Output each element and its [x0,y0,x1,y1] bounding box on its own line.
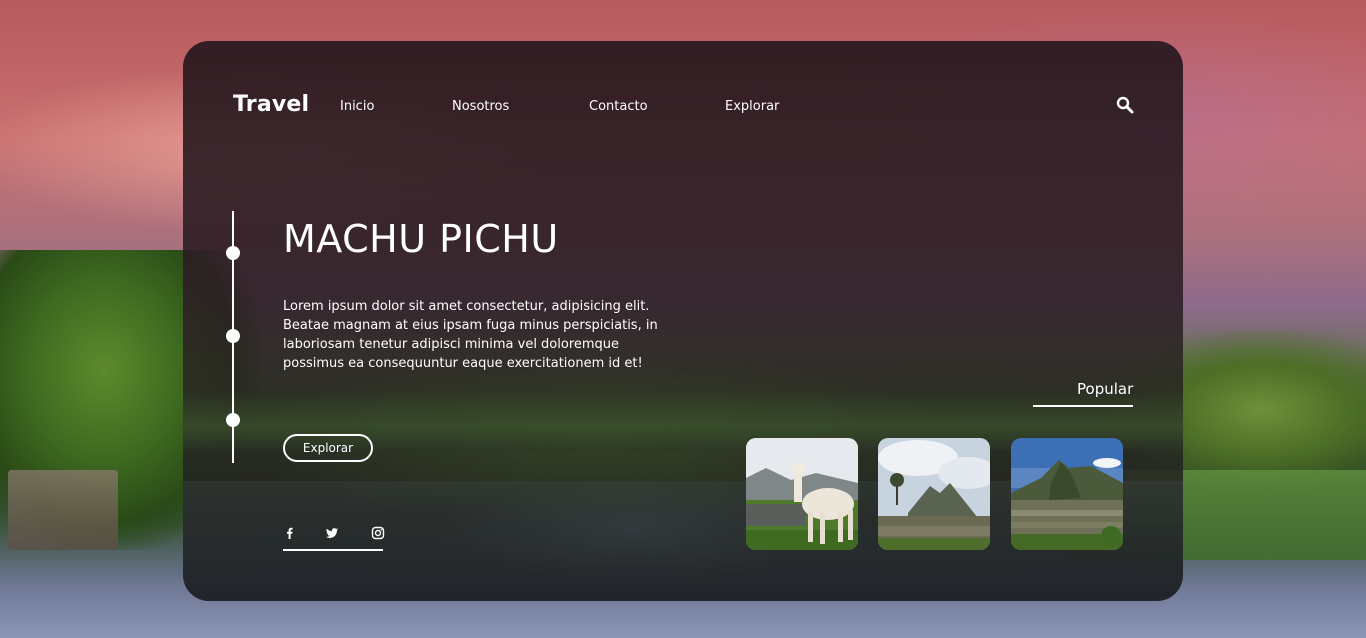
timeline-dot-3[interactable] [226,413,240,427]
search-icon[interactable] [1116,96,1134,114]
nav-item-contacto[interactable]: Contacto [589,99,648,114]
popular-card-machu-picchu[interactable] [1011,438,1123,550]
timeline-dot-2[interactable] [226,329,240,343]
hero-title: MACHU PICHU [283,217,559,261]
social-links [283,525,385,551]
popular-label: Popular [1077,380,1134,398]
nav-item-inicio[interactable]: Inicio [340,99,374,114]
logo[interactable]: Travel [233,92,309,117]
popular-card-ruins[interactable] [878,438,990,550]
background-hut [8,470,118,550]
hero-card: Travel Inicio Nosotros Contacto Explorar… [183,41,1183,601]
twitter-icon[interactable] [325,525,339,539]
nav-item-nosotros[interactable]: Nosotros [452,99,509,114]
explore-button[interactable]: Explorar [283,434,373,462]
timeline-dot-1[interactable] [226,246,240,260]
instagram-icon[interactable] [371,525,385,540]
popular-underline [1033,405,1133,407]
nav-item-explorar[interactable]: Explorar [725,99,779,114]
social-underline [283,549,383,551]
hero-description: Lorem ipsum dolor sit amet consectetur, … [283,299,658,371]
facebook-icon[interactable] [283,525,297,539]
popular-card-llama[interactable] [746,438,858,550]
